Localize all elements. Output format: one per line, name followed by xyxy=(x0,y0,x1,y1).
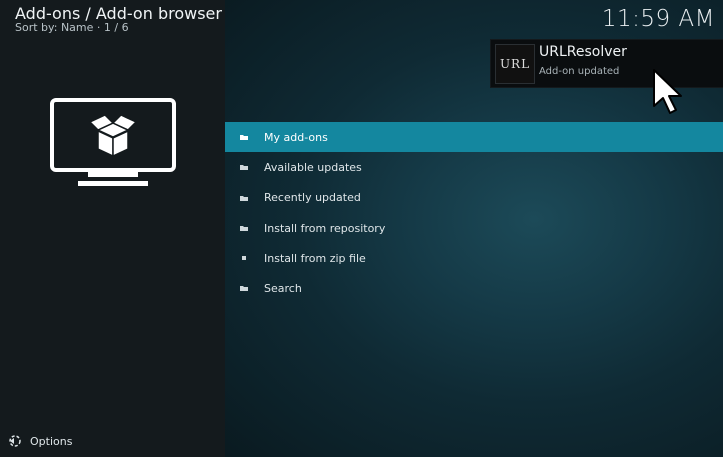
menu-item-search[interactable]: Search xyxy=(225,273,723,303)
menu-item-label: Install from repository xyxy=(264,221,386,235)
notification-toast[interactable]: URL URLResolver Add-on updated xyxy=(490,39,723,88)
notification-title: URLResolver xyxy=(539,44,627,60)
menu-item-label: My add-ons xyxy=(264,130,328,144)
notification-message: Add-on updated xyxy=(539,66,620,77)
menu-item-label: Available updates xyxy=(264,160,362,174)
options-label: Options xyxy=(30,434,73,448)
file-icon xyxy=(242,256,246,261)
folder-icon xyxy=(240,165,248,171)
menu-item-install-from-zip[interactable]: Install from zip file xyxy=(225,243,723,273)
menu-item-install-from-repository[interactable]: Install from repository xyxy=(225,213,723,243)
mouse-cursor-icon xyxy=(653,69,682,114)
options-arrow-icon xyxy=(9,435,21,447)
urlresolver-thumbnail: URL xyxy=(495,44,535,84)
sort-info: Sort by: Name · 1 / 6 xyxy=(15,21,129,34)
menu-item-label: Recently updated xyxy=(264,191,361,205)
menu-item-my-addons[interactable]: My add-ons xyxy=(225,122,723,153)
clock: 11:59 AM xyxy=(601,6,715,32)
options-button[interactable]: Options xyxy=(8,434,72,448)
folder-icon xyxy=(240,286,248,292)
left-pane xyxy=(0,0,225,457)
folder-icon xyxy=(240,225,248,231)
addon-browser-icon xyxy=(50,98,176,186)
menu-item-recently-updated[interactable]: Recently updated xyxy=(225,183,723,213)
menu-item-label: Search xyxy=(264,282,302,296)
folder-icon xyxy=(240,195,248,201)
menu-item-label: Install from zip file xyxy=(264,251,366,265)
folder-icon xyxy=(240,135,248,140)
addon-menu-list: My add-ons Available updates Recently up… xyxy=(225,122,723,304)
menu-item-available-updates[interactable]: Available updates xyxy=(225,152,723,182)
